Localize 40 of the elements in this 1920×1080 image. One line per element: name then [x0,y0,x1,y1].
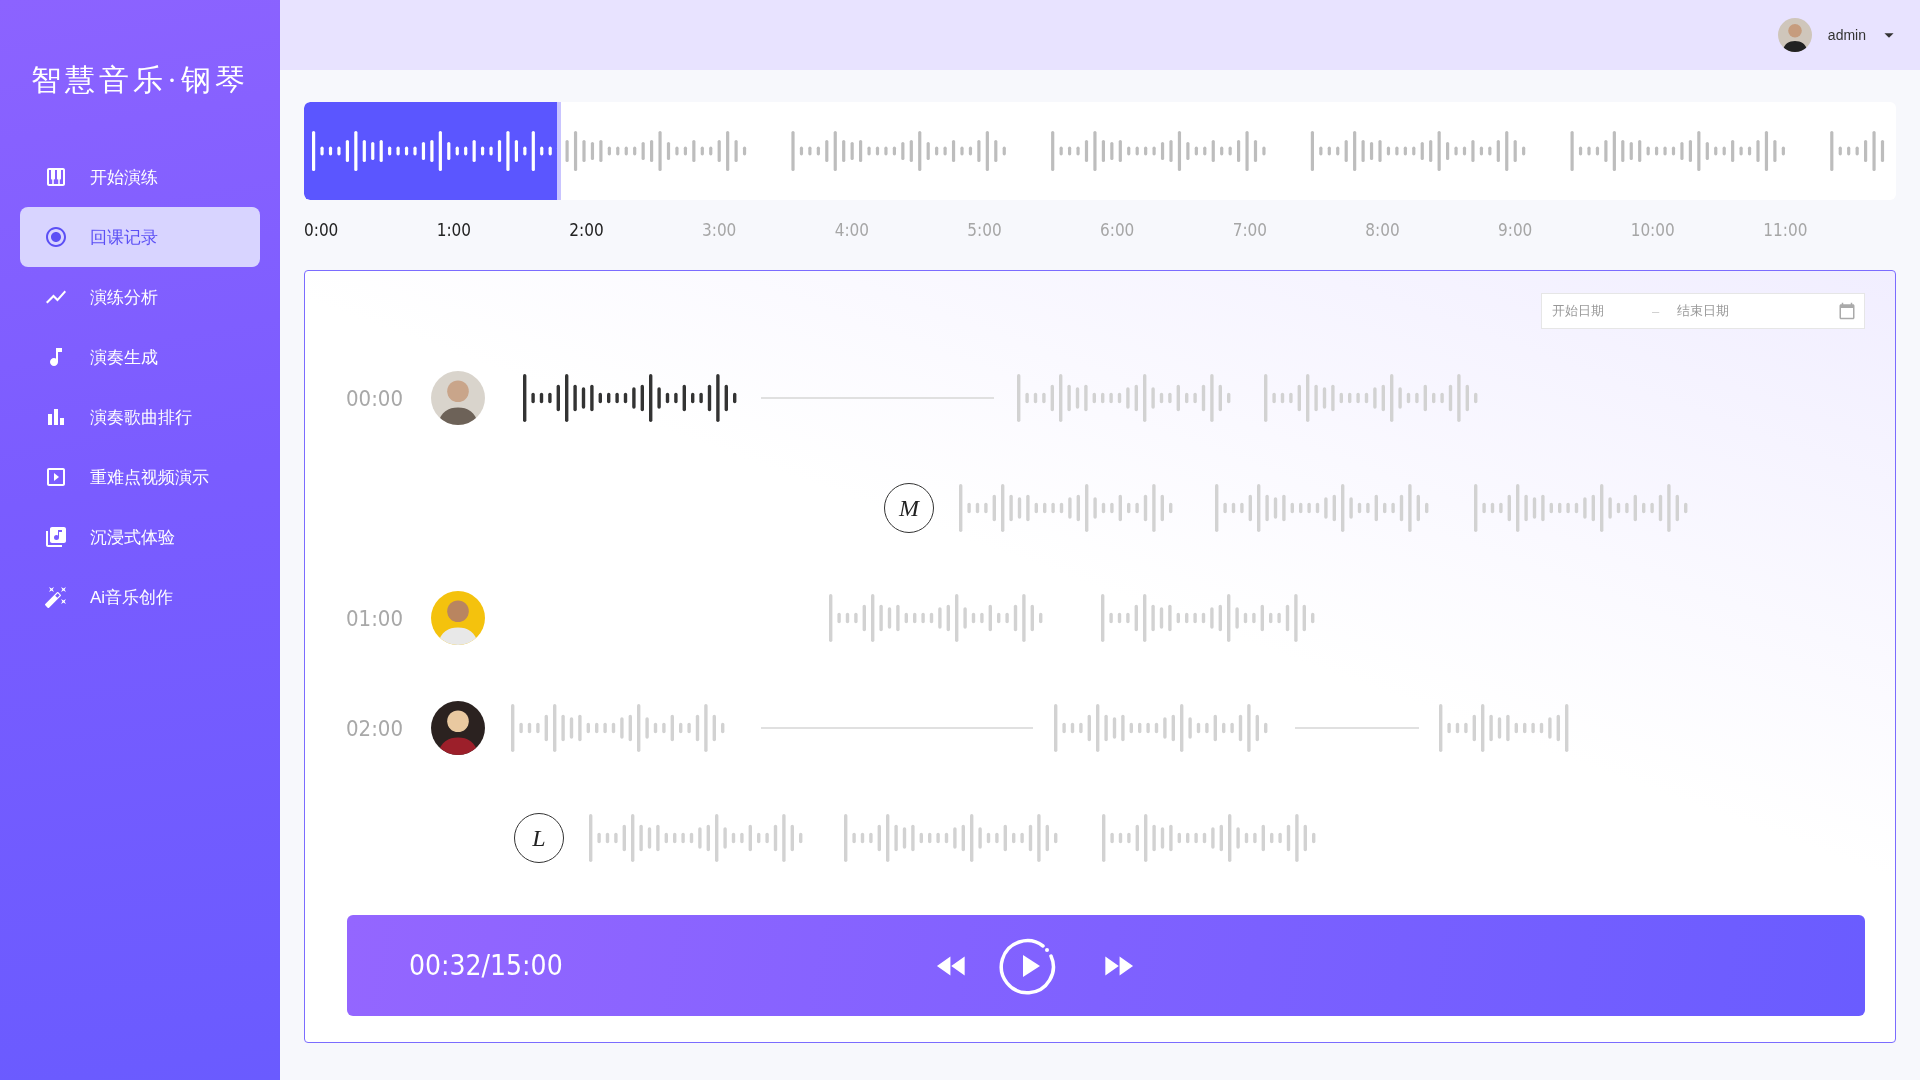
sidebar-item[interactable]: 演奏生成 [20,327,260,387]
sidebar-item[interactable]: 开始演练 [20,147,260,207]
sidebar-item[interactable]: 回课记录 [20,207,260,267]
avatar [1777,18,1812,52]
menu-icon [44,585,68,609]
time-tick-label: 2:00 [569,220,604,240]
avatar [431,591,485,645]
app-logo: 智慧音乐·钢琴 [31,62,249,98]
menu-icon [44,165,68,189]
row-time: 02:00 [346,715,405,741]
avatar [431,701,485,755]
time-tick-label: 6:00 [1100,220,1135,240]
avatar [431,371,485,425]
time-tick-label: 3:00 [702,220,737,240]
playhead[interactable] [556,102,561,200]
time-tick-label: 9:00 [1498,220,1533,240]
time-tick-label: 1:00 [436,220,471,240]
playback-time: 00:32/15:00 [409,949,564,982]
sidebar-item[interactable]: 重难点视频演示 [20,447,260,507]
row-time: 00:00 [346,385,405,411]
menu-icon [44,225,68,249]
menu-icon [44,525,68,549]
sidebar-item[interactable]: 演奏歌曲排行 [20,387,260,447]
sidebar-item[interactable]: 沉浸式体验 [20,507,260,567]
time-tick-label: 10:00 [1630,220,1675,240]
menu-icon [44,465,68,489]
time-tick-label: 8:00 [1365,220,1400,240]
time-tick-label: 11:00 [1763,220,1808,240]
sidebar-item[interactable]: Ai音乐创作 [20,567,260,627]
time-tick-label: 4:00 [834,220,869,240]
calendar-icon [1838,302,1856,320]
time-tick-label: 7:00 [1232,220,1267,240]
date-range-field[interactable]: 开始日期 – 结束日期 [1541,293,1865,329]
sidebar-item[interactable]: 演练分析 [20,267,260,327]
row-time: 01:00 [346,605,405,631]
time-tick-label: 0:00 [304,220,339,240]
voice-badge: M [884,483,934,533]
user-name[interactable]: admin [1827,27,1866,43]
voice-badge: L [514,813,564,863]
time-tick-label: 5:00 [967,220,1002,240]
